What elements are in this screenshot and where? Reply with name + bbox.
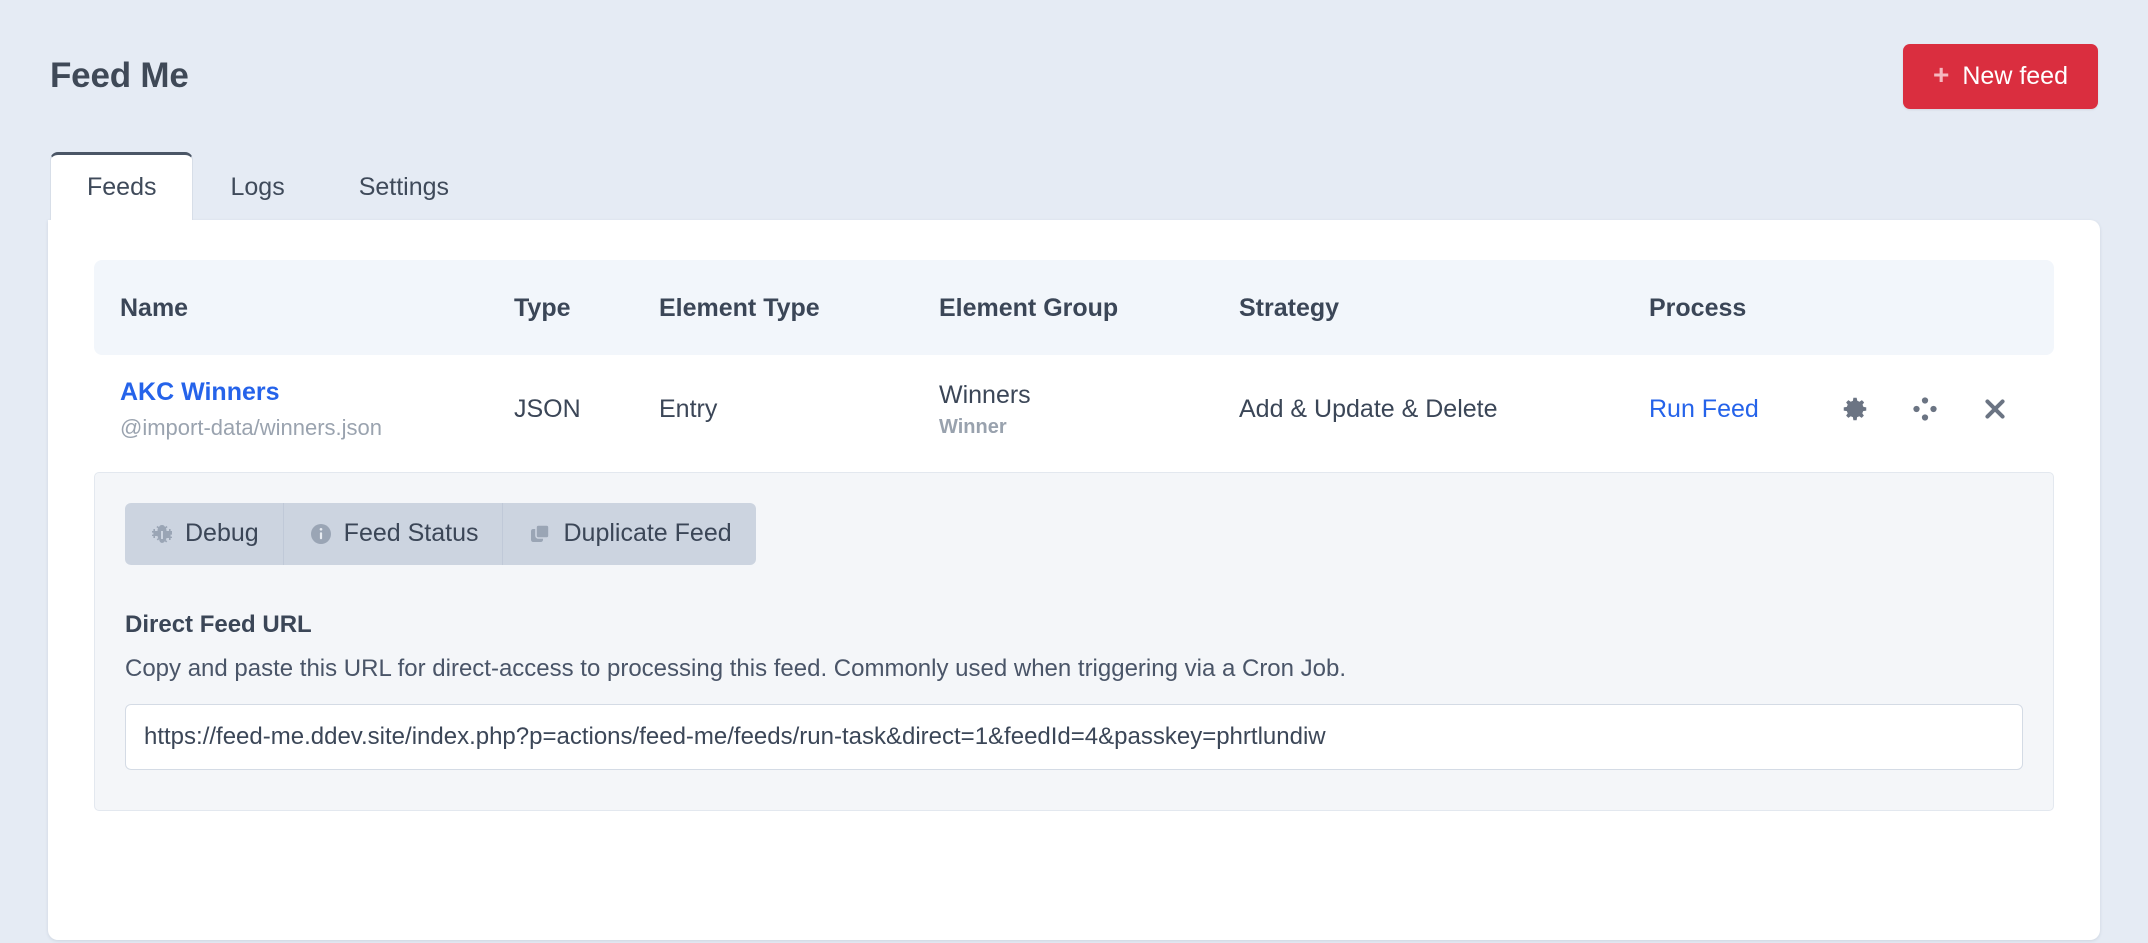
move-icon[interactable]	[1907, 391, 1943, 427]
feeds-table: Name Type Element Type Element Group Str…	[94, 260, 2054, 468]
direct-feed-url-instructions: Copy and paste this URL for direct-acces…	[125, 653, 2023, 684]
cell-name: AKC Winners @import-data/winners.json	[94, 355, 514, 468]
table-body: AKC Winners @import-data/winners.json JS…	[94, 355, 2054, 468]
column-header-type: Type	[514, 260, 659, 355]
column-header-element-type: Element Type	[659, 260, 939, 355]
cell-element-group: Winners Winner	[939, 355, 1239, 468]
gear-icon[interactable]	[1837, 391, 1873, 427]
page-header: Feed Me + New feed	[48, 0, 2100, 152]
tab-logs-label: Logs	[230, 173, 284, 201]
tab-feeds-label: Feeds	[87, 173, 156, 201]
feed-name-link[interactable]: AKC Winners	[120, 377, 514, 408]
tab-feeds[interactable]: Feeds	[50, 152, 193, 220]
tab-logs[interactable]: Logs	[193, 152, 321, 220]
plus-icon: +	[1933, 61, 1949, 89]
table-row: AKC Winners @import-data/winners.json JS…	[94, 355, 2054, 468]
element-group-name: Winners	[939, 380, 1239, 410]
duplicate-feed-button-label: Duplicate Feed	[563, 519, 731, 548]
feed-detail-panel: Debug Feed Status	[94, 472, 2054, 811]
feeds-card: Name Type Element Type Element Group Str…	[48, 220, 2100, 940]
duplicate-icon	[527, 521, 553, 547]
duplicate-feed-button[interactable]: Duplicate Feed	[503, 503, 755, 565]
feed-status-button-label: Feed Status	[344, 519, 479, 548]
close-icon[interactable]	[1977, 391, 2013, 427]
table-header-row: Name Type Element Type Element Group Str…	[94, 260, 2054, 355]
direct-feed-url-label: Direct Feed URL	[125, 611, 2023, 639]
info-icon	[308, 521, 334, 547]
new-feed-button[interactable]: + New feed	[1903, 44, 2098, 109]
feed-action-button-group: Debug Feed Status	[125, 503, 756, 565]
tab-bar: Feeds Logs Settings	[48, 152, 2100, 220]
tab-settings[interactable]: Settings	[322, 152, 486, 220]
column-header-process: Process	[1649, 260, 2054, 355]
cell-element-type: Entry	[659, 355, 939, 468]
feed-source-path: @import-data/winners.json	[120, 415, 514, 441]
page-title: Feed Me	[50, 56, 189, 96]
debug-button[interactable]: Debug	[125, 503, 284, 565]
tab-settings-label: Settings	[359, 173, 449, 201]
feed-status-button[interactable]: Feed Status	[284, 503, 504, 565]
column-header-element-group: Element Group	[939, 260, 1239, 355]
column-header-name: Name	[94, 260, 514, 355]
app-root: Feed Me + New feed Feeds Logs Settings N…	[0, 0, 2148, 943]
run-feed-link[interactable]: Run Feed	[1649, 395, 1759, 424]
direct-feed-url-input[interactable]	[125, 704, 2023, 770]
cell-strategy: Add & Update & Delete	[1239, 355, 1649, 468]
cell-process: Run Feed	[1649, 355, 2054, 468]
new-feed-button-label: New feed	[1962, 62, 2068, 91]
cell-type: JSON	[514, 355, 659, 468]
process-actions: Run Feed	[1649, 391, 2054, 427]
debug-button-label: Debug	[185, 519, 259, 548]
table-header: Name Type Element Type Element Group Str…	[94, 260, 2054, 355]
column-header-strategy: Strategy	[1239, 260, 1649, 355]
element-group-subtype: Winner	[939, 415, 1239, 439]
bug-icon	[149, 521, 175, 547]
